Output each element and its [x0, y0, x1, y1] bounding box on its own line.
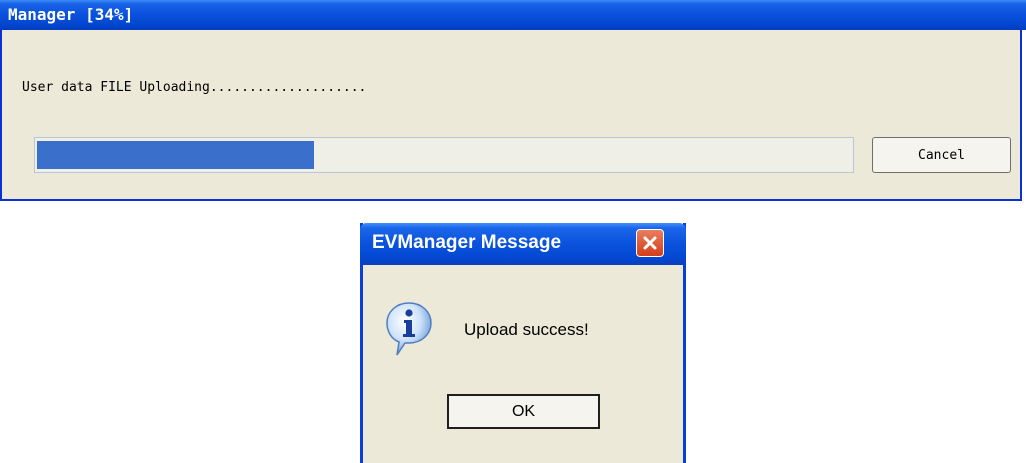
upload-progress-fill: [37, 141, 314, 169]
close-button[interactable]: [636, 229, 664, 257]
progress-window-title: Manager [34%]: [8, 5, 134, 24]
message-dialog-title: EVManager Message: [372, 232, 562, 253]
message-dialog-titlebar[interactable]: EVManager Message: [360, 223, 686, 265]
upload-progress-bar: [34, 137, 854, 173]
message-dialog: EVManager Message Upload success! OK: [360, 223, 686, 463]
info-icon: [385, 301, 433, 357]
progress-window-titlebar[interactable]: Manager [34%]: [0, 0, 1026, 30]
ok-button[interactable]: OK: [447, 394, 600, 429]
close-icon: [643, 236, 657, 250]
upload-status-text: User data FILE Uploading................…: [22, 80, 367, 95]
message-text: Upload success!: [464, 320, 589, 339]
cancel-button[interactable]: Cancel: [872, 137, 1011, 173]
progress-window: Manager [34%] User data FILE Uploading..…: [0, 0, 1026, 201]
